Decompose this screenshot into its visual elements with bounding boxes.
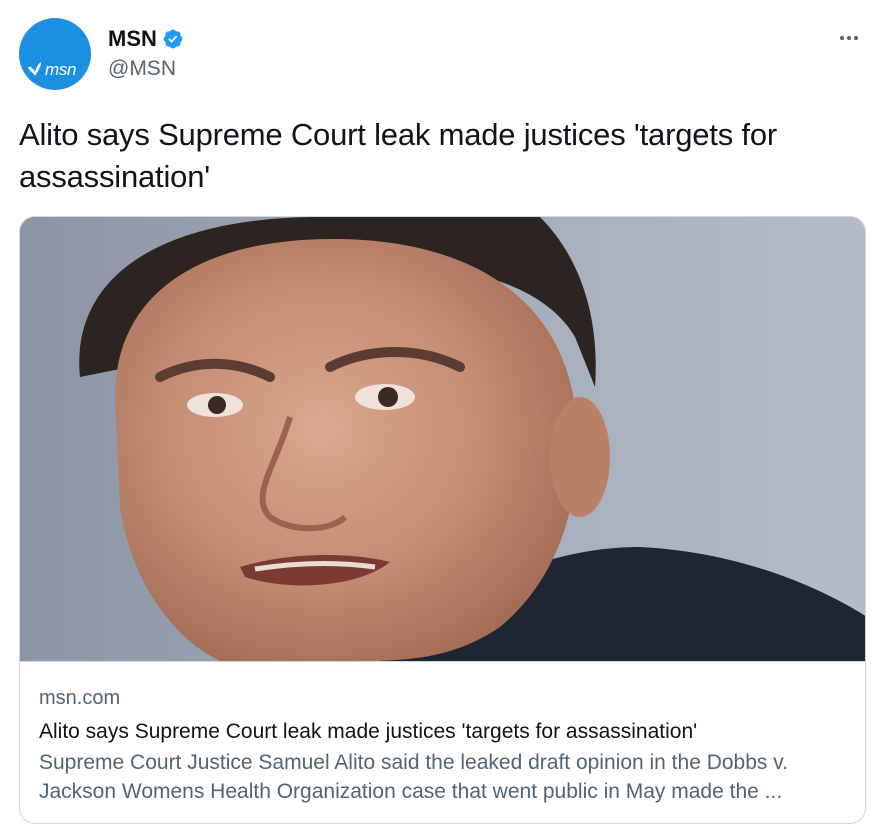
link-card[interactable]: msn.com Alito says Supreme Court leak ma… (19, 216, 866, 824)
card-body[interactable]: msn.com Alito says Supreme Court leak ma… (20, 661, 865, 823)
portrait-photo-icon (20, 217, 865, 661)
author-display-name[interactable]: MSN (108, 26, 157, 52)
avatar-logo-text: msn (45, 60, 77, 79)
more-dot-icon (840, 36, 844, 40)
author-name-row: MSN (108, 26, 184, 52)
verified-badge-icon (163, 29, 183, 49)
card-domain: msn.com (39, 687, 121, 709)
tweet[interactable]: msn MSN @MSN Alito says Supreme Court le… (0, 0, 882, 840)
author-handle[interactable]: @MSN (108, 56, 176, 82)
msn-logo: msn (27, 58, 77, 80)
avatar[interactable]: msn (19, 18, 91, 90)
card-description: Supreme Court Justice Samuel Alito said … (39, 751, 789, 803)
butterfly-icon (28, 62, 41, 76)
tweet-text: Alito says Supreme Court leak made justi… (19, 117, 777, 194)
more-options-button[interactable] (834, 26, 864, 50)
card-image[interactable] (20, 217, 865, 661)
more-dot-icon (854, 36, 858, 40)
more-dot-icon (847, 36, 851, 40)
card-title[interactable]: Alito says Supreme Court leak made justi… (39, 718, 849, 746)
